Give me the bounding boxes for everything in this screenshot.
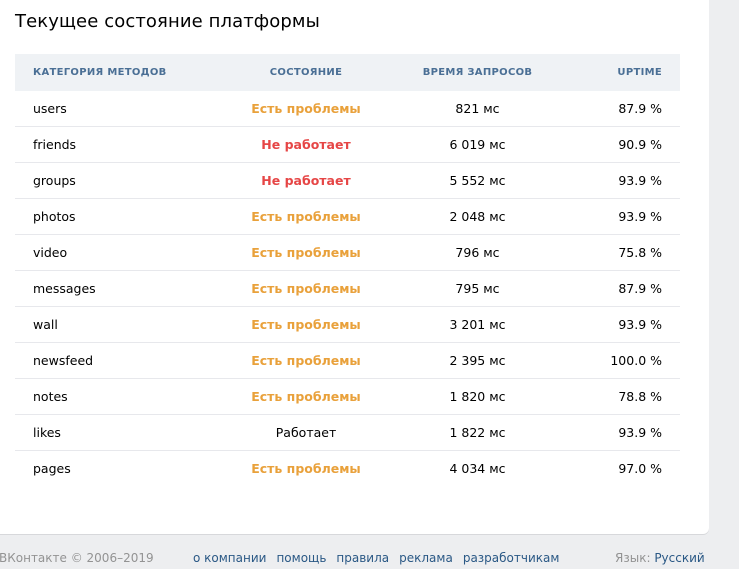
table-body: users Есть проблемы 821 мс 87.9 % friends Не … — [15, 91, 680, 486]
table-row: wall Есть проблемы 3 201 мс 93.9 % — [15, 307, 680, 343]
uptime-value: 87.9 % — [618, 281, 662, 296]
header-uptime: UPTIME — [617, 67, 662, 78]
footer-link-about[interactable]: о компании — [193, 551, 266, 565]
status-text: Есть проблемы — [251, 389, 361, 404]
table-row: messages Есть проблемы 795 мс 87.9 % — [15, 271, 680, 307]
table-header: КАТЕГОРИЯ МЕТОДОВ СОСТОЯНИЕ ВРЕМЯ ЗАПРОС… — [15, 54, 680, 91]
status-text: Есть проблемы — [251, 245, 361, 260]
status-text: Есть проблемы — [251, 353, 361, 368]
table-row: photos Есть проблемы 2 048 мс 93.9 % — [15, 199, 680, 235]
uptime-value: 93.9 % — [618, 209, 662, 224]
method-name: video — [33, 245, 68, 260]
uptime-value: 78.8 % — [618, 389, 662, 404]
status-text: Есть проблемы — [251, 209, 361, 224]
uptime-value: 90.9 % — [618, 137, 662, 152]
language-selector: Язык: Русский — [615, 551, 705, 565]
method-name: users — [33, 101, 67, 116]
header-status: СОСТОЯНИЕ — [269, 67, 343, 78]
language-label: Язык: — [615, 551, 651, 565]
copyright: ВКонтакте © 2006–2019 — [0, 551, 154, 565]
table-row: video Есть проблемы 796 мс 75.8 % — [15, 235, 680, 271]
status-text: Есть проблемы — [251, 317, 361, 332]
footer-link-ads[interactable]: реклама — [399, 551, 453, 565]
request-time: 3 201 мс — [449, 317, 506, 332]
uptime-value: 100.0 % — [610, 353, 662, 368]
header-time: ВРЕМЯ ЗАПРОСОВ — [422, 67, 533, 78]
status-text: Работает — [275, 425, 337, 440]
footer-link-rules[interactable]: правила — [336, 551, 389, 565]
request-time: 2 048 мс — [449, 209, 506, 224]
uptime-value: 75.8 % — [618, 245, 662, 260]
request-time: 821 мс — [455, 101, 500, 116]
method-name: friends — [33, 137, 77, 152]
method-name: messages — [33, 281, 96, 296]
uptime-value: 93.9 % — [618, 317, 662, 332]
request-time: 4 034 мс — [449, 461, 506, 476]
header-category: КАТЕГОРИЯ МЕТОДОВ — [33, 67, 167, 78]
uptime-value: 93.9 % — [618, 425, 662, 440]
method-name: photos — [33, 209, 76, 224]
footer-link-help[interactable]: помощь — [276, 551, 326, 565]
request-time: 2 395 мс — [449, 353, 506, 368]
table-row: newsfeed Есть проблемы 2 395 мс 100.0 % — [15, 343, 680, 379]
footer-link-developers[interactable]: разработчикам — [463, 551, 560, 565]
uptime-value: 97.0 % — [618, 461, 662, 476]
status-text: Есть проблемы — [251, 461, 361, 476]
status-card: Текущее состояние платформы КАТЕГОРИЯ МЕ… — [0, 0, 709, 534]
table-row: users Есть проблемы 821 мс 87.9 % — [15, 91, 680, 127]
status-text: Есть проблемы — [251, 101, 361, 116]
footer-links: о компании помощь правила реклама разработчи… — [193, 551, 569, 565]
table-row: groups Не работает 5 552 мс 93.9 % — [15, 163, 680, 199]
footer: ВКонтакте © 2006–2019 о компании помощь пр… — [0, 551, 739, 569]
table-row: pages Есть проблемы 4 034 мс 97.0 % — [15, 451, 680, 486]
method-name: likes — [33, 425, 61, 440]
uptime-value: 93.9 % — [618, 173, 662, 188]
table-row: friends Не работает 6 019 мс 90.9 % — [15, 127, 680, 163]
table-row: notes Есть проблемы 1 820 мс 78.8 % — [15, 379, 680, 415]
request-time: 796 мс — [455, 245, 500, 260]
status-text: Не работает — [261, 173, 351, 188]
uptime-value: 87.9 % — [618, 101, 662, 116]
page-title: Текущее состояние платформы — [15, 11, 320, 32]
status-table: КАТЕГОРИЯ МЕТОДОВ СОСТОЯНИЕ ВРЕМЯ ЗАПРОС… — [15, 54, 680, 486]
method-name: notes — [33, 389, 68, 404]
status-text: Есть проблемы — [251, 281, 361, 296]
method-name: wall — [33, 317, 58, 332]
method-name: pages — [33, 461, 71, 476]
request-time: 6 019 мс — [449, 137, 506, 152]
method-name: groups — [33, 173, 76, 188]
request-time: 5 552 мс — [449, 173, 506, 188]
table-row: likes Работает 1 822 мс 93.9 % — [15, 415, 680, 451]
request-time: 1 822 мс — [449, 425, 506, 440]
request-time: 795 мс — [455, 281, 500, 296]
request-time: 1 820 мс — [449, 389, 506, 404]
language-link[interactable]: Русский — [654, 551, 704, 565]
status-text: Не работает — [261, 137, 351, 152]
method-name: newsfeed — [33, 353, 94, 368]
